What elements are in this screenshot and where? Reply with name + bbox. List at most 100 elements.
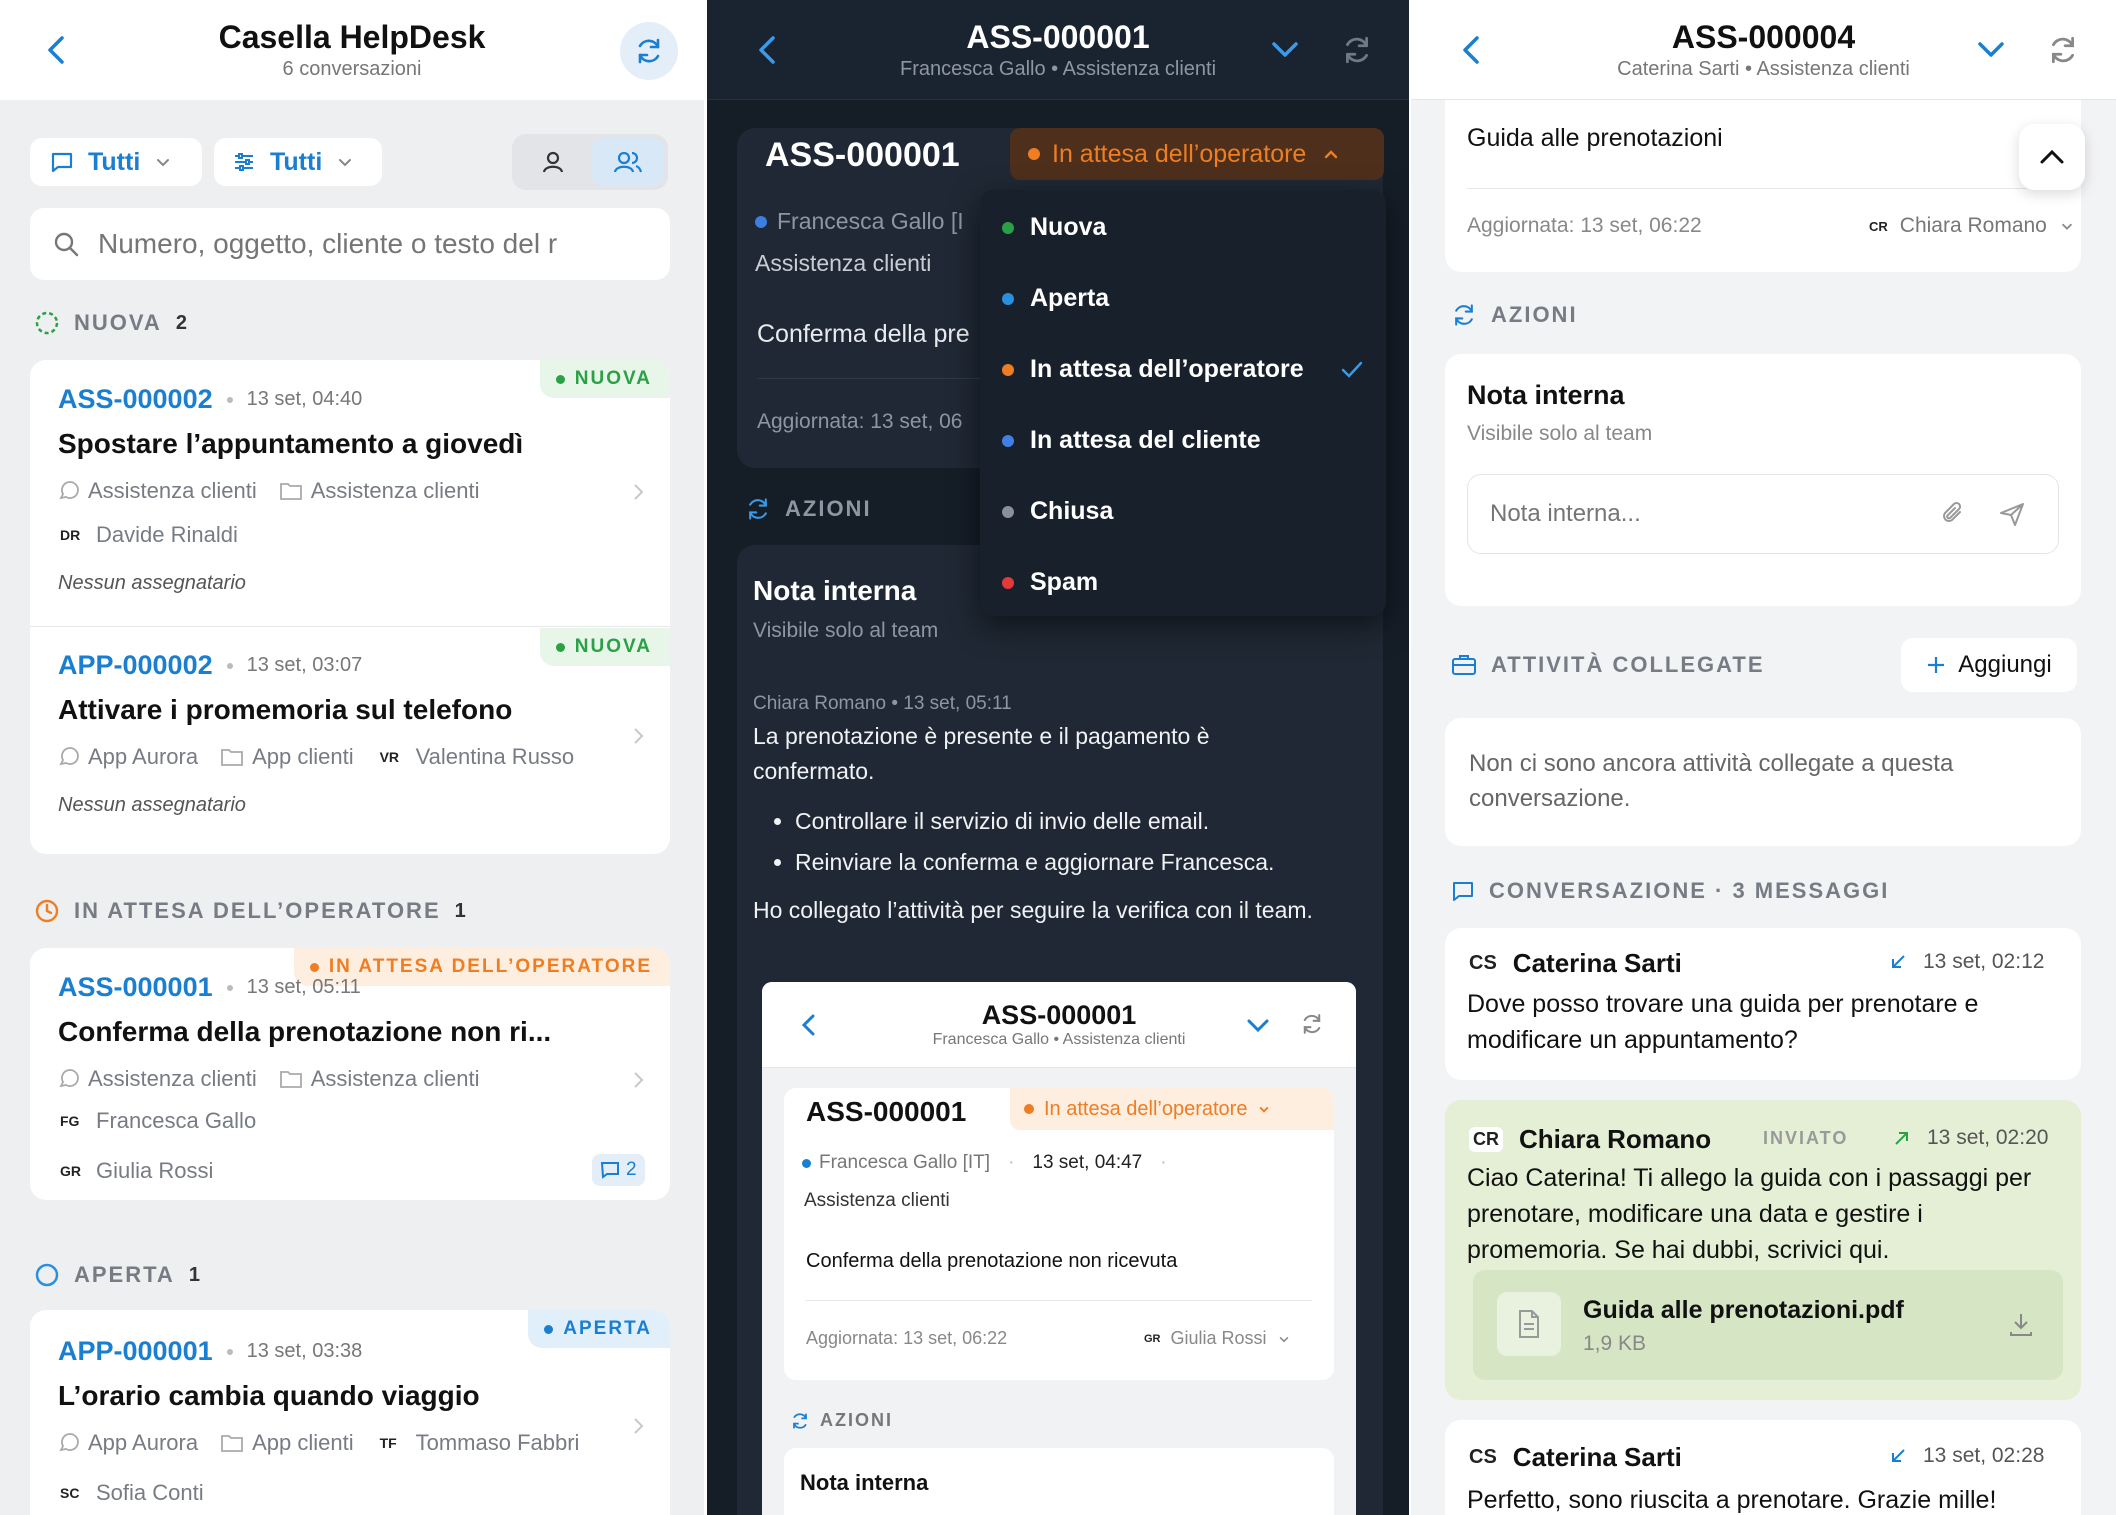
embedded-card-id: ASS-000001 (806, 1096, 967, 1127)
ticket-subject: Conferma della pre (757, 320, 970, 348)
detail-title: ASS-000001 (966, 18, 1150, 55)
divider (1467, 188, 2027, 189)
note-input[interactable] (1490, 500, 1930, 528)
ticket-id: APP-000001 (58, 1336, 213, 1366)
detail-subtitle: Francesca Gallo • Assistenza clienti (899, 57, 1217, 80)
back-icon[interactable] (44, 34, 70, 66)
section-header-aperta: APERTA 1 (34, 1262, 200, 1288)
refresh-icon[interactable] (1341, 34, 1373, 66)
status-option-attesa-operatore[interactable]: In attesa dell’operatore (980, 334, 1386, 405)
ticket-id: ASS-000002 (58, 384, 213, 414)
ticket-customer: Valentina Russo (415, 744, 575, 769)
message-text: Ciao Caterina! Ti allego la guida con i … (1467, 1164, 2032, 1264)
message-time: 13 set, 02:12 (1923, 950, 2045, 973)
app-root: Casella HelpDesk 6 conversazioni Tutti T… (0, 0, 2116, 1515)
ticket-row[interactable]: NUOVA APP-000002 13 set, 03:07 Attivare … (30, 628, 670, 854)
chat-bubble-icon (59, 481, 79, 500)
status-option-attesa-cliente[interactable]: In attesa del cliente (980, 405, 1386, 476)
refresh-button[interactable] (620, 22, 678, 80)
chevron-down-icon[interactable] (1975, 36, 2007, 64)
add-task-button[interactable]: Aggiungi (1901, 638, 2077, 692)
assignee-select[interactable]: CR Chiara Romano (1869, 214, 2075, 238)
chevron-down-icon[interactable] (1269, 36, 1301, 64)
embedded-customer-line: Francesca Gallo [IT] · 13 set, 04:47 · (802, 1152, 1167, 1174)
chat-bubble-icon (59, 1433, 79, 1452)
section-label: IN ATTESA DELL’OPERATORE (74, 898, 441, 923)
assignee-name: Chiara Romano (1899, 214, 2047, 237)
note-meta: Chiara Romano • 13 set, 05:11 (753, 693, 1012, 714)
status-option-nuova[interactable]: Nuova (980, 192, 1386, 263)
inbox-subtitle: 6 conversazioni (282, 58, 422, 80)
add-task-label: Aggiungi (1958, 651, 2052, 678)
ticket-card-id: ASS-000001 (765, 136, 960, 174)
actions-icon (1455, 304, 1473, 326)
ticket-queue: App clienti (252, 1430, 354, 1455)
chat-bubble-icon (59, 1069, 79, 1088)
message-incoming: CS Caterina Sarti 13 set, 02:12 Dove pos… (1445, 928, 2081, 1080)
paperclip-icon[interactable] (1940, 500, 1968, 528)
collapse-button[interactable] (2019, 124, 2085, 190)
users-icon (613, 151, 643, 173)
ticket-time: 13 set, 03:07 (246, 654, 363, 676)
message-time: 13 set, 02:28 (1923, 1444, 2045, 1467)
status-option-chiusa[interactable]: Chiusa (980, 476, 1386, 547)
status-option-aperta[interactable]: Aperta (980, 263, 1386, 334)
avatar: GR (1144, 1332, 1161, 1345)
refresh-icon[interactable] (2047, 34, 2079, 66)
inbox-header: Casella HelpDesk 6 conversazioni (0, 0, 704, 100)
download-icon[interactable] (2007, 1310, 2035, 1338)
ticket-customer: Francesca Gallo (96, 1108, 257, 1133)
search-input[interactable] (98, 228, 638, 260)
actions-label: AZIONI (1491, 302, 1578, 327)
ticket-summary-card: Guida alle prenotazioni Aggiornata: 13 s… (1445, 90, 2081, 272)
note-input-box[interactable] (1467, 474, 2059, 554)
plus-icon (1928, 657, 1945, 673)
back-icon[interactable] (755, 34, 781, 66)
embedded-subtitle: Francesca Gallo • Assistenza clienti (932, 1031, 1186, 1048)
back-icon (801, 1014, 815, 1036)
my-tickets-toggle[interactable] (516, 138, 590, 186)
search-box[interactable] (30, 208, 670, 280)
ticket-updated: Aggiornata: 13 set, 06 (757, 410, 963, 433)
back-icon[interactable] (1459, 34, 1485, 66)
ticket-detail-dark-pane: ASS-000001 Francesca Gallo • Assistenza … (707, 0, 1409, 1515)
embedded-subject: Conferma della prenotazione non ricevuta (806, 1250, 1178, 1272)
channel-filter[interactable]: Tutti (30, 138, 202, 186)
ticket-id: ASS-000001 (58, 972, 213, 1002)
chevron-up-icon (2040, 149, 2064, 164)
team-tickets-toggle[interactable] (592, 138, 664, 186)
inbox-pane: Casella HelpDesk 6 conversazioni Tutti T… (0, 0, 704, 1515)
embedded-updated: Aggiornata: 13 set, 06:22 (806, 1328, 1008, 1348)
ticket-time: 13 set, 03:38 (246, 1340, 363, 1362)
message-time-line: 13 set, 02:12 (1889, 950, 2044, 974)
actions-icon (749, 498, 767, 520)
refresh-icon (1303, 1014, 1321, 1034)
status-dropdown[interactable]: In attesa dell’operatore (1010, 128, 1384, 180)
section-count: 2 (175, 311, 187, 334)
sent-tag: INVIATO (1763, 1128, 1849, 1148)
actions-section-header: AZIONI (745, 496, 872, 522)
ticket-channel: Assistenza clienti (755, 250, 932, 276)
channel-filter-label: Tutti (88, 147, 141, 176)
ticket-channel: App Aurora (88, 744, 199, 769)
detail-subtitle: Caterina Sarti • Assistenza clienti (1617, 57, 1910, 80)
embedded-date: 13 set, 04:47 (1032, 1152, 1143, 1173)
chat-icon (1453, 882, 1473, 901)
chevron-right-icon (634, 484, 644, 500)
ticket-channel: Assistenza clienti (88, 478, 257, 503)
ticket-row[interactable]: IN ATTESA DELL’OPERATORE ASS-000001 13 s… (30, 948, 670, 1200)
status-filter[interactable]: Tutti (214, 138, 382, 186)
avatar: CR (1869, 218, 1888, 234)
chevron-down-icon (339, 159, 352, 167)
ticket-row[interactable]: APERTA APP-000001 13 set, 03:38 L’orario… (30, 1310, 670, 1515)
ticket-title: Attivare i promemoria sul telefono (58, 694, 513, 725)
avatar: TF (379, 1435, 397, 1451)
ticket-row[interactable]: NUOVA ASS-000002 13 set, 04:40 Spostare … (30, 360, 670, 626)
attachment[interactable]: Guida alle prenotazioni.pdf 1,9 KB (1473, 1270, 2063, 1380)
tasks-empty-card: Non ci sono ancora attività collegate a … (1445, 718, 2081, 846)
ticket-id: APP-000002 (58, 650, 213, 680)
send-icon[interactable] (1998, 500, 2026, 528)
ticket-assignee: Nessun assegnatario (58, 572, 246, 594)
status-badge: APERTA (528, 1310, 670, 1348)
status-option-spam[interactable]: Spam (980, 547, 1386, 618)
